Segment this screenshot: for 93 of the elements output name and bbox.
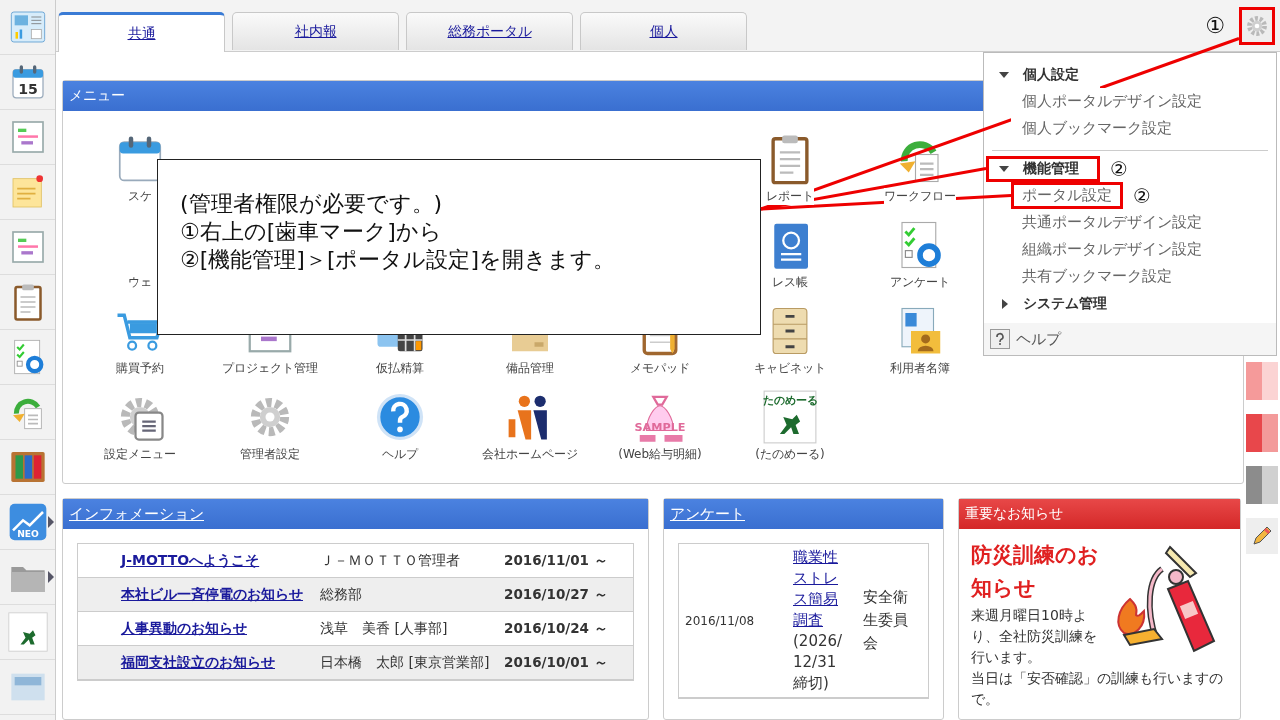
- sidebar-item[interactable]: 15: [0, 55, 55, 110]
- information-link[interactable]: 福岡支社設立のお知らせ: [121, 654, 275, 670]
- table-cell-text: 安全衛生委員会: [862, 587, 909, 654]
- refresh-document-icon: [899, 141, 939, 183]
- annotation-number: ①: [1205, 13, 1225, 38]
- menu-item-link[interactable]: 備品管理: [506, 360, 554, 377]
- table-cell-text: 浅草 美香 [人事部]: [319, 619, 449, 638]
- triangle-icon: [999, 71, 1009, 78]
- icon-label: 15: [17, 80, 38, 97]
- notice-headline: 防災訓練のお知らせ: [971, 542, 1100, 602]
- image-placeholder: [10, 673, 45, 701]
- callout-text: ②[機能管理]＞[ポータル設定]を開きます。: [180, 246, 617, 274]
- whiteboard-icon: [11, 231, 44, 263]
- two-people-logo: [508, 395, 547, 440]
- sticky-note-icon: [12, 175, 43, 208]
- help-menu-item[interactable]: ヘルプ: [984, 323, 1276, 355]
- logo-tile: [763, 390, 817, 444]
- tab[interactable]: 個人: [580, 12, 747, 50]
- menu-item-link[interactable]: 会社ホームページ: [482, 446, 578, 463]
- logo-tile: [7, 612, 48, 652]
- menu-item-link[interactable]: ウェ: [128, 274, 152, 291]
- menu-item-link[interactable]: ワークフロー: [884, 188, 956, 205]
- menu-item-link[interactable]: (Web給与明細): [618, 446, 702, 463]
- menu-item-link[interactable]: 購買予約: [116, 360, 164, 377]
- icon-label: NEO: [16, 528, 39, 539]
- menu-item-link[interactable]: スケ: [128, 188, 152, 205]
- address-book-icon: [774, 223, 808, 269]
- table-cell-text: 2016/10/01 ～: [503, 653, 608, 672]
- panel-title-link[interactable]: アンケート: [670, 504, 745, 524]
- pencil-icon[interactable]: [1246, 518, 1278, 554]
- file-cabinet-icon: [772, 307, 808, 355]
- menu-item-link[interactable]: 設定メニュー: [104, 446, 176, 463]
- menu-item-link[interactable]: キャビネット: [754, 360, 826, 377]
- menu-item-link[interactable]: (たのめーる): [755, 446, 825, 463]
- table-cell-text: 2016/11/08: [684, 613, 756, 628]
- menu-item-link[interactable]: 管理者設定: [240, 446, 300, 463]
- menu-item-link[interactable]: アンケート: [890, 274, 950, 291]
- tab[interactable]: 共通: [58, 12, 225, 52]
- table-cell-text: 総務部: [319, 585, 363, 604]
- icon-label: たのめーる: [763, 393, 817, 407]
- menu-item-link[interactable]: レポート: [766, 188, 814, 205]
- color-swatch[interactable]: [1246, 414, 1278, 452]
- help-icon: [376, 393, 424, 441]
- table-cell-text: 2016/10/24 ～: [503, 619, 608, 638]
- gear-icon: [1247, 15, 1267, 36]
- information-link[interactable]: 本社ビル一斉停電のお知らせ: [121, 586, 303, 602]
- survey-link[interactable]: 職業性ストレス簡易調査: [793, 547, 851, 631]
- binders-icon: [10, 452, 45, 482]
- callout-text: ①右上の[歯車マーク]から: [180, 218, 443, 246]
- notice-text: 当日は「安否確認」の訓練も行いますので。: [971, 669, 1224, 709]
- whiteboard-icon: [11, 121, 44, 153]
- menu-item-link[interactable]: メモパッド: [630, 360, 690, 377]
- annotation-number: ②: [1133, 183, 1151, 208]
- contact-folder-icon: [901, 307, 941, 354]
- help-icon: [990, 329, 1010, 349]
- triangle-icon: [1002, 298, 1008, 309]
- tab[interactable]: 社内報: [232, 12, 399, 50]
- panel-title: メニュー: [69, 87, 125, 105]
- refresh-document-icon: [12, 398, 42, 430]
- color-swatch[interactable]: [1246, 362, 1278, 400]
- checklist-icon: [13, 339, 43, 375]
- clipboard-icon: [13, 284, 42, 321]
- table-cell-text: Ｊ－ＭＯＴＴＯ管理者: [319, 551, 461, 570]
- table-cell-text: 2016/11/01 ～: [503, 551, 608, 570]
- menu-item-link[interactable]: プロジェクト管理: [222, 360, 318, 377]
- folder-icon: [10, 567, 45, 592]
- panel-title: 重要なお知らせ: [965, 505, 1063, 523]
- annotation-number: ②: [1110, 156, 1128, 181]
- settings-button[interactable]: [1239, 6, 1275, 45]
- checklist-icon: [901, 221, 941, 269]
- tab[interactable]: 総務ポータル: [406, 12, 573, 50]
- gear-icon: [250, 397, 290, 437]
- callout-text: (管理者権限が必要です。): [180, 190, 444, 218]
- information-link[interactable]: J-MOTTOへようこそ: [121, 552, 260, 568]
- table-cell-text: 2016/10/27 ～: [503, 585, 608, 604]
- menu-section-header[interactable]: 機能管理: [986, 155, 1100, 182]
- menu-item-link[interactable]: レス帳: [772, 274, 808, 291]
- panel-title-link[interactable]: インフォメーション: [69, 504, 204, 524]
- information-link[interactable]: 人事異動のお知らせ: [121, 620, 247, 636]
- dashboard-icon: [10, 11, 45, 43]
- color-swatch[interactable]: [1246, 466, 1278, 504]
- calendar-icon: [11, 65, 44, 99]
- gear-document-icon: [120, 397, 164, 441]
- menu-item-link[interactable]: 利用者名簿: [890, 360, 950, 377]
- clipboard-icon: [771, 135, 809, 185]
- menu-item-link[interactable]: ヘルプ: [382, 446, 418, 463]
- notice-text: 来週月曜日10時より、全社防災訓練を行います。: [971, 606, 1098, 667]
- menu-item-link[interactable]: 仮払精算: [376, 360, 424, 377]
- triangle-icon: [999, 165, 1009, 172]
- chart-tile-icon: [9, 503, 46, 541]
- deadline-text: (2026/12/31締切): [793, 631, 844, 694]
- table-cell-text: 日本橋 太郎 [東京営業部]: [319, 653, 490, 672]
- menu-item[interactable]: ポータル設定: [1011, 182, 1123, 209]
